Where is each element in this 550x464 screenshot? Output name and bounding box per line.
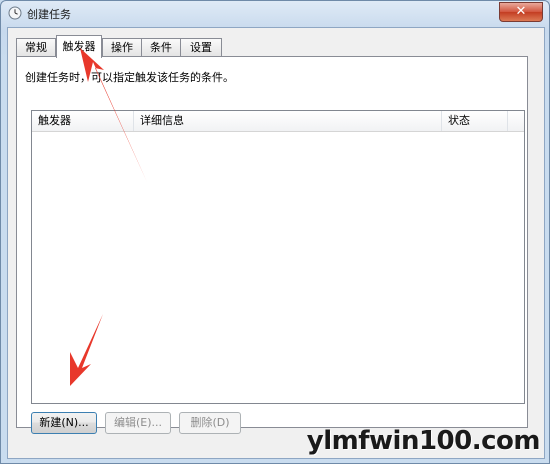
create-task-window: 创建任务 ✕ 常规 触发器 操作 条件 设置 创建任务时，可以指定触发该任务的条…	[0, 0, 550, 464]
column-details[interactable]: 详细信息	[134, 111, 442, 131]
triggers-panel: 创建任务时，可以指定触发该任务的条件。 触发器 详细信息 状态 新建(N)...…	[16, 56, 528, 434]
triggers-list[interactable]: 触发器 详细信息 状态	[31, 110, 525, 404]
site-watermark: ylmfwin100.com	[306, 426, 541, 456]
tab-general[interactable]: 常规	[16, 38, 56, 57]
list-header: 触发器 详细信息 状态	[32, 111, 524, 132]
edit-button[interactable]: 编辑(E)...	[105, 412, 171, 434]
column-status[interactable]: 状态	[442, 111, 508, 131]
delete-button[interactable]: 删除(D)	[179, 412, 241, 434]
clock-icon	[8, 6, 22, 20]
close-button[interactable]: ✕	[499, 2, 543, 22]
tab-conditions[interactable]: 条件	[141, 38, 181, 57]
tab-actions[interactable]: 操作	[102, 38, 142, 57]
window-title: 创建任务	[27, 8, 71, 21]
title-bar[interactable]: 创建任务 ✕	[1, 1, 549, 25]
dialog-client-area: 常规 触发器 操作 条件 设置 创建任务时，可以指定触发该任务的条件。 触发器 …	[7, 27, 545, 459]
new-button[interactable]: 新建(N)...	[31, 412, 97, 434]
tab-settings[interactable]: 设置	[180, 38, 222, 57]
tab-triggers[interactable]: 触发器	[56, 35, 102, 58]
triggers-description: 创建任务时，可以指定触发该任务的条件。	[25, 71, 234, 84]
column-trigger[interactable]: 触发器	[32, 111, 134, 131]
